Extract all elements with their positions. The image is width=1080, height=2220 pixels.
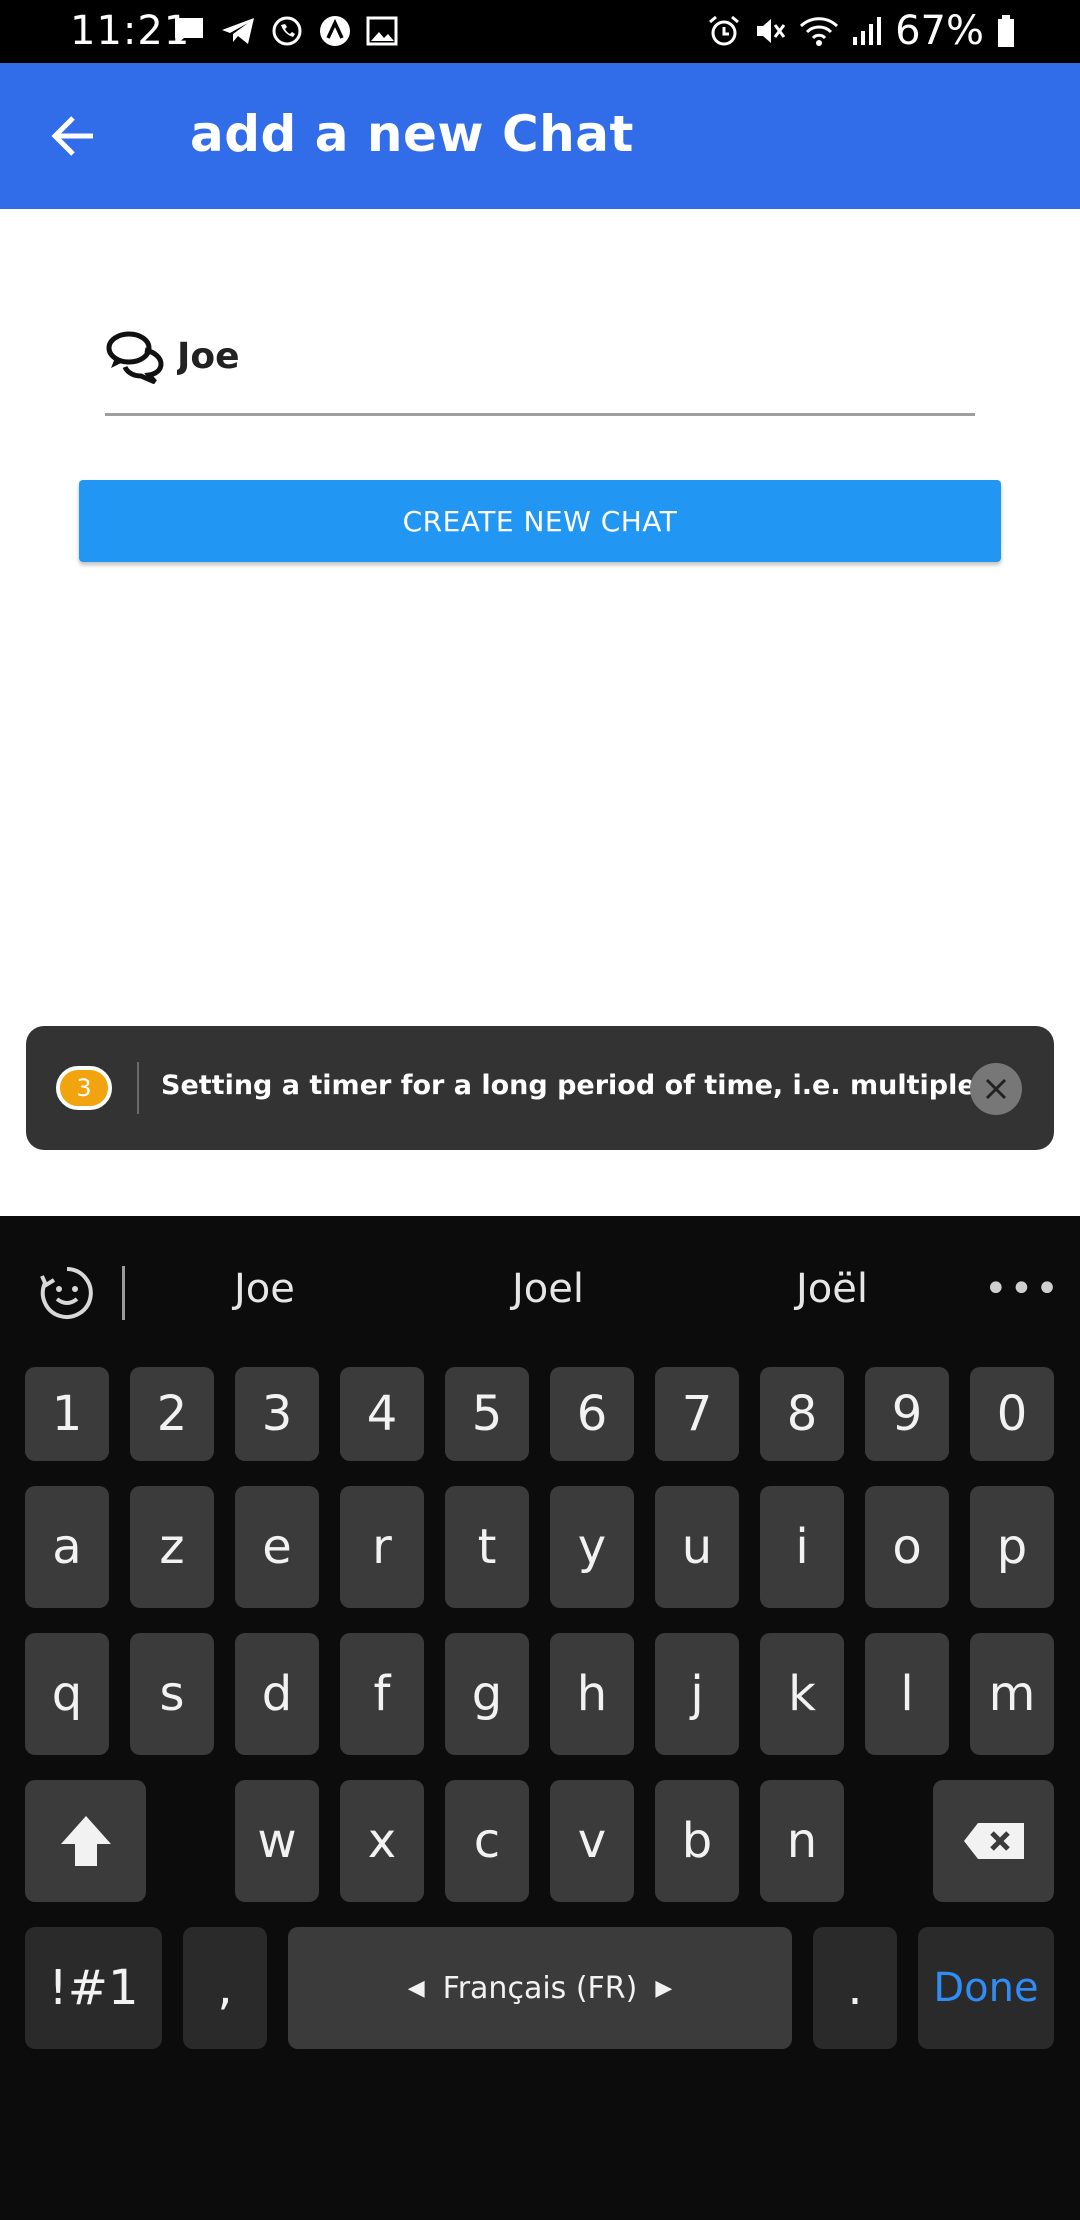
key-7[interactable]: 7 bbox=[655, 1367, 739, 1461]
notification-icons bbox=[172, 14, 398, 48]
suggestion-1[interactable]: Joe bbox=[234, 1266, 295, 1312]
system-icons: 67% bbox=[707, 8, 1016, 54]
symbols-key[interactable]: !#1 bbox=[25, 1927, 162, 2049]
page-title: add a new Chat bbox=[190, 105, 634, 163]
key-i[interactable]: i bbox=[760, 1486, 844, 1608]
notification-toast: 3 Setting a timer for a long period of t… bbox=[26, 1026, 1054, 1150]
chat-name-input[interactable] bbox=[177, 326, 957, 386]
suggestion-2[interactable]: Joel bbox=[512, 1266, 584, 1312]
create-new-chat-button[interactable]: CREATE NEW CHAT bbox=[79, 480, 1001, 562]
key-c[interactable]: c bbox=[445, 1780, 529, 1902]
key-t[interactable]: t bbox=[445, 1486, 529, 1608]
key-w[interactable]: w bbox=[235, 1780, 319, 1902]
arrow-back-icon bbox=[51, 116, 93, 156]
key-b[interactable]: b bbox=[655, 1780, 739, 1902]
message-icon bbox=[175, 18, 203, 44]
signal-icon bbox=[853, 17, 882, 45]
key-f[interactable]: f bbox=[340, 1633, 424, 1755]
battery-icon bbox=[998, 15, 1014, 47]
more-suggestions-button[interactable]: ••• bbox=[984, 1266, 1061, 1312]
key-e[interactable]: e bbox=[235, 1486, 319, 1608]
key-o[interactable]: o bbox=[865, 1486, 949, 1608]
done-key[interactable]: Done bbox=[918, 1927, 1054, 2049]
chat-bubbles-icon bbox=[106, 331, 164, 384]
alarm-icon bbox=[709, 15, 740, 46]
key-x[interactable]: x bbox=[340, 1780, 424, 1902]
period-key[interactable]: . bbox=[813, 1927, 897, 2049]
suggestion-divider bbox=[122, 1266, 125, 1320]
shift-key[interactable] bbox=[25, 1780, 146, 1902]
key-d[interactable]: d bbox=[235, 1633, 319, 1755]
key-z[interactable]: z bbox=[130, 1486, 214, 1608]
key-u[interactable]: u bbox=[655, 1486, 739, 1608]
comma-key[interactable]: , bbox=[183, 1927, 267, 2049]
suggestion-bar: Joe Joel Joël ••• bbox=[0, 1216, 1080, 1368]
app-icon bbox=[320, 16, 350, 46]
key-4[interactable]: 4 bbox=[340, 1367, 424, 1461]
emoji-refresh-icon[interactable] bbox=[38, 1264, 96, 1322]
toast-message: Setting a timer for a long period of tim… bbox=[161, 1070, 981, 1101]
key-p[interactable]: p bbox=[970, 1486, 1054, 1608]
on-screen-keyboard: Joe Joel Joël ••• 1 2 3 4 5 6 7 8 9 0 a … bbox=[0, 1216, 1080, 2220]
backspace-icon bbox=[963, 1823, 1024, 1859]
toast-divider bbox=[137, 1062, 139, 1114]
key-q[interactable]: q bbox=[25, 1633, 109, 1755]
key-s[interactable]: s bbox=[130, 1633, 214, 1755]
wifi-icon bbox=[800, 17, 839, 46]
key-8[interactable]: 8 bbox=[760, 1367, 844, 1461]
key-r[interactable]: r bbox=[340, 1486, 424, 1608]
app-bar: add a new Chat bbox=[0, 63, 1080, 209]
key-y[interactable]: y bbox=[550, 1486, 634, 1608]
chat-name-field[interactable] bbox=[105, 320, 975, 416]
telegram-icon bbox=[222, 18, 254, 44]
key-g[interactable]: g bbox=[445, 1633, 529, 1755]
key-1[interactable]: 1 bbox=[25, 1367, 109, 1461]
suggestion-3[interactable]: Joël bbox=[796, 1266, 868, 1312]
key-h[interactable]: h bbox=[550, 1633, 634, 1755]
key-3[interactable]: 3 bbox=[235, 1367, 319, 1461]
shift-arrow-icon bbox=[60, 1816, 111, 1866]
back-button[interactable] bbox=[40, 103, 106, 169]
language-left-arrow-icon: ◀ bbox=[407, 1975, 425, 2001]
close-icon bbox=[985, 1078, 1007, 1100]
space-key[interactable]: ◀ Français (FR) ▶ bbox=[288, 1927, 792, 2049]
toast-count-badge: 3 bbox=[56, 1066, 112, 1110]
status-bar: 11:21 67% bbox=[0, 0, 1080, 63]
backspace-key[interactable] bbox=[933, 1780, 1054, 1902]
key-a[interactable]: a bbox=[25, 1486, 109, 1608]
mute-icon bbox=[757, 19, 786, 43]
key-5[interactable]: 5 bbox=[445, 1367, 529, 1461]
key-6[interactable]: 6 bbox=[550, 1367, 634, 1461]
key-2[interactable]: 2 bbox=[130, 1367, 214, 1461]
toast-close-button[interactable] bbox=[970, 1063, 1022, 1115]
key-m[interactable]: m bbox=[970, 1633, 1054, 1755]
key-l[interactable]: l bbox=[865, 1633, 949, 1755]
language-right-arrow-icon: ▶ bbox=[655, 1975, 673, 2001]
image-icon bbox=[366, 16, 398, 46]
space-language-label: Français (FR) bbox=[442, 1970, 638, 2006]
battery-percent: 67% bbox=[895, 8, 984, 54]
key-0[interactable]: 0 bbox=[970, 1367, 1054, 1461]
whatsapp-icon bbox=[272, 16, 302, 46]
done-label: Done bbox=[933, 1965, 1039, 2011]
key-9[interactable]: 9 bbox=[865, 1367, 949, 1461]
key-v[interactable]: v bbox=[550, 1780, 634, 1902]
key-k[interactable]: k bbox=[760, 1633, 844, 1755]
key-n[interactable]: n bbox=[760, 1780, 844, 1902]
key-j[interactable]: j bbox=[655, 1633, 739, 1755]
